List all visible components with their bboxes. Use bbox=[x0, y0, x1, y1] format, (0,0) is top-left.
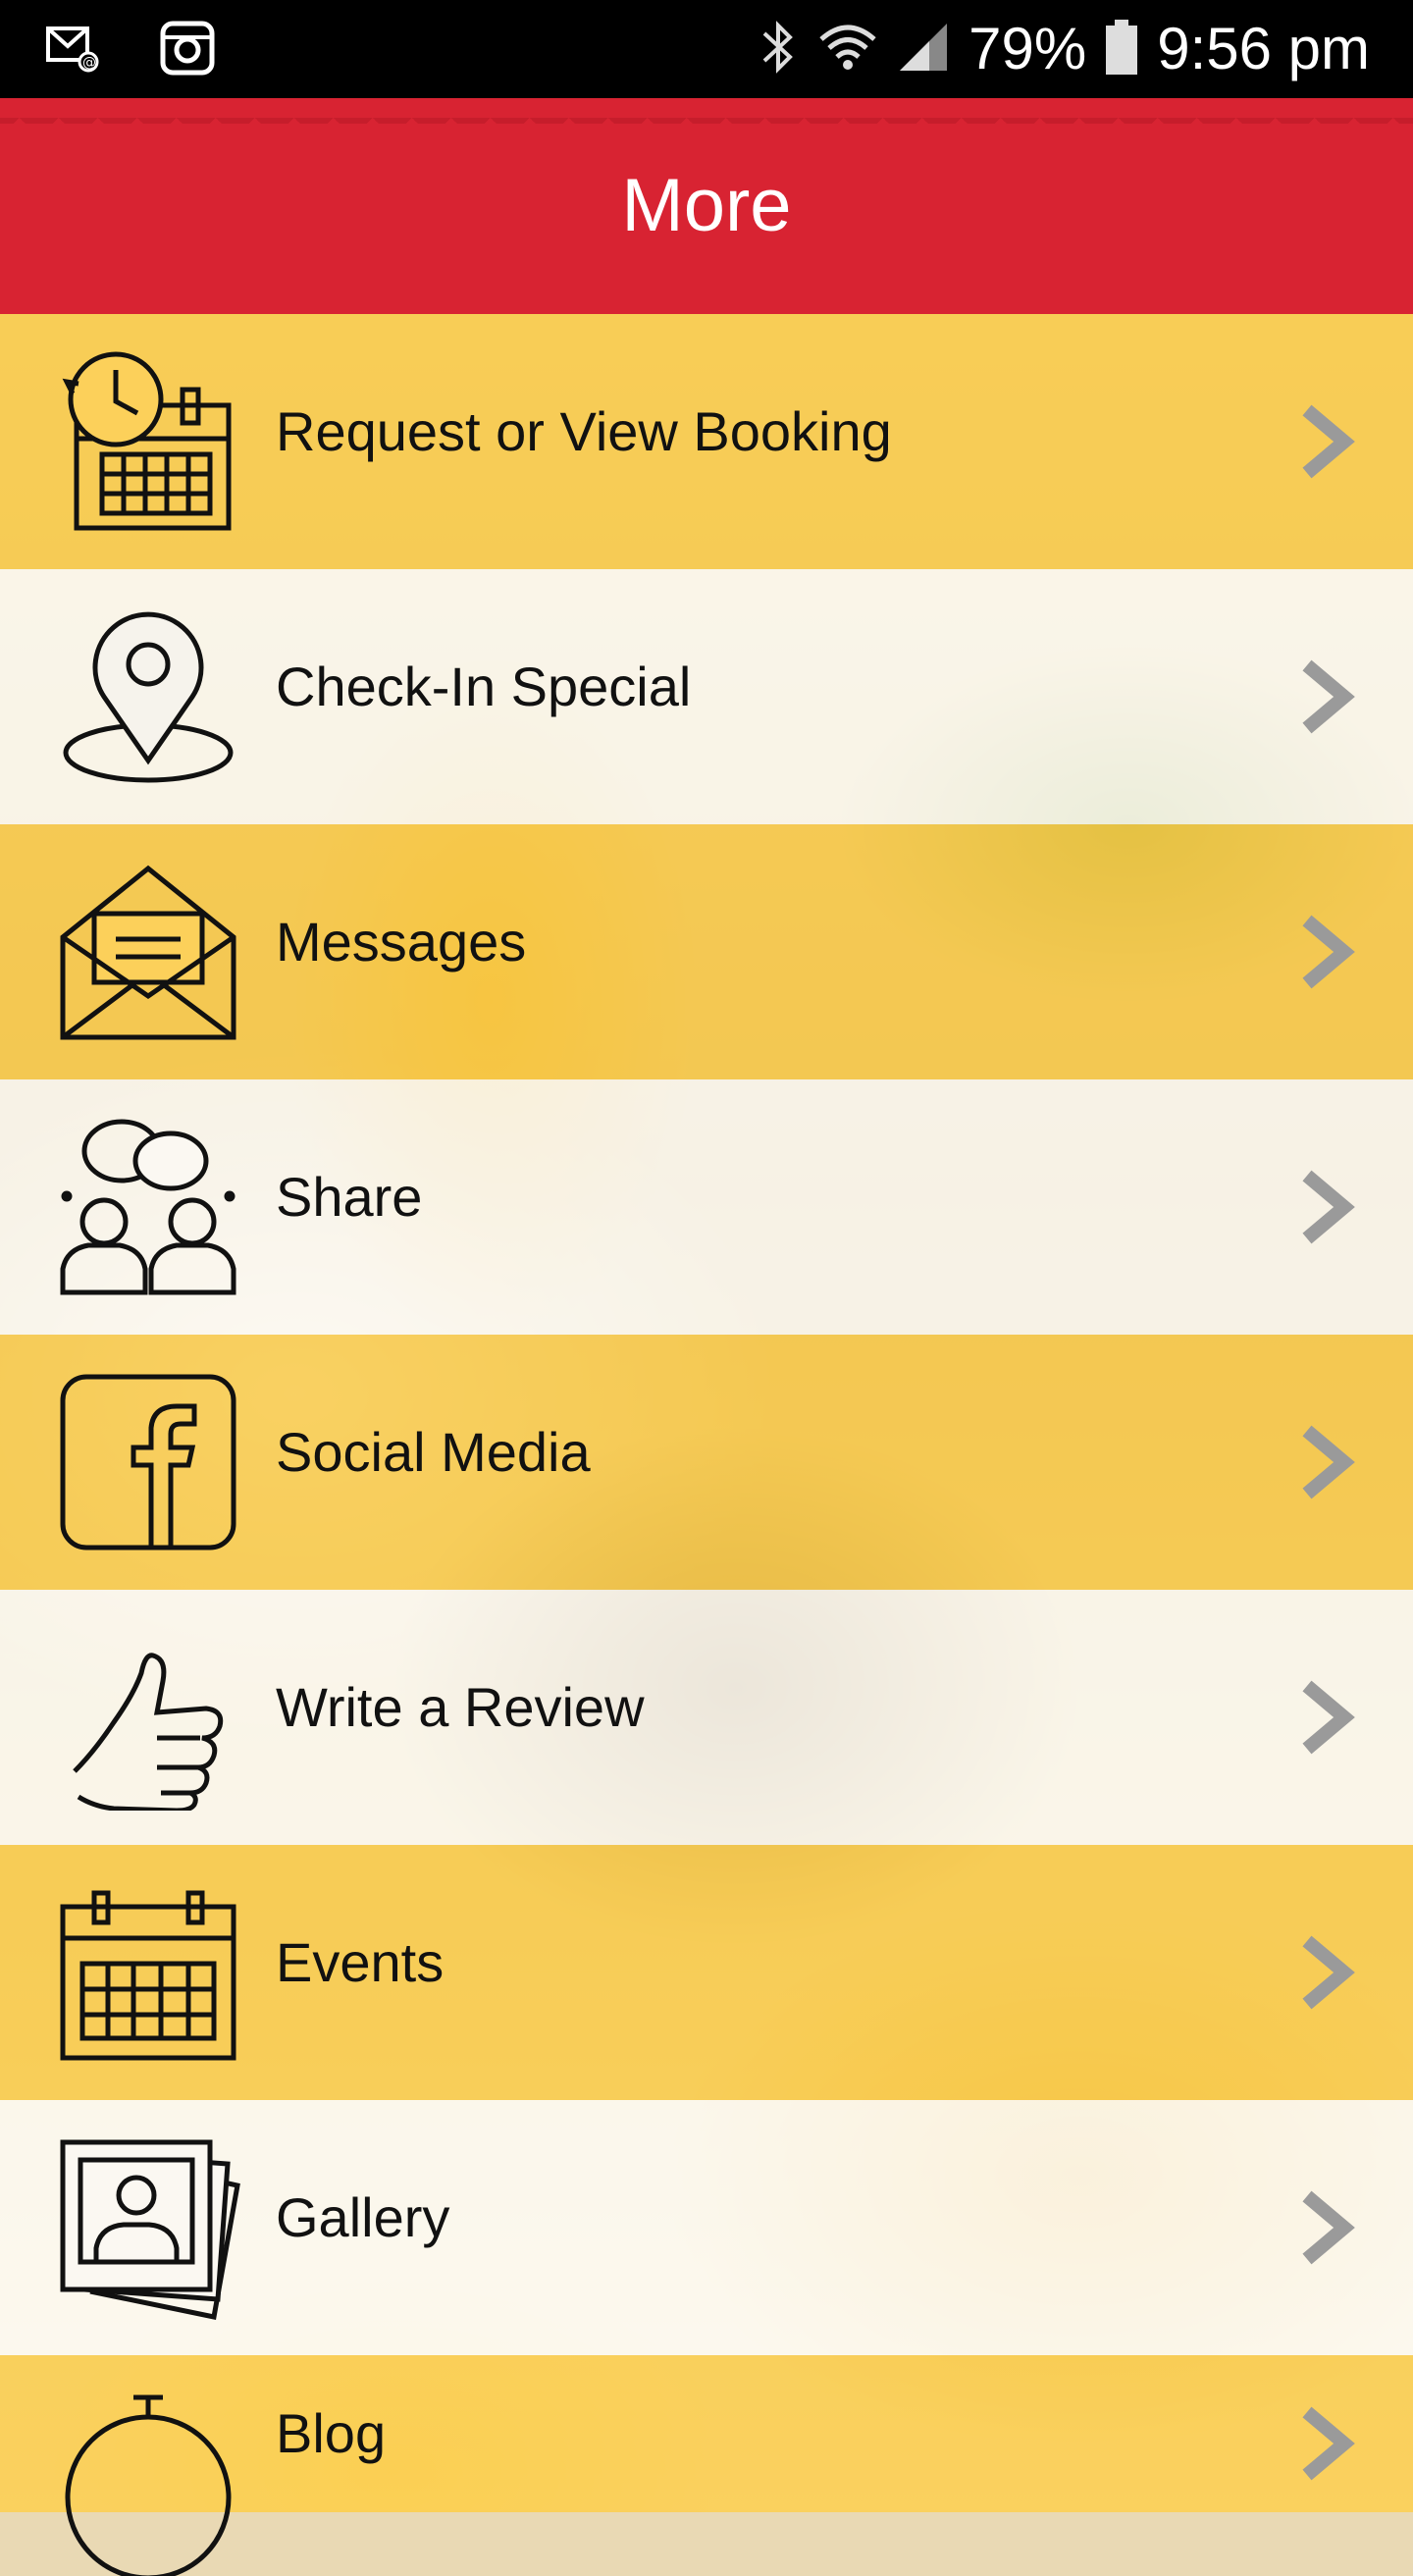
booking-calendar-clock-icon bbox=[55, 348, 241, 535]
chevron-right-icon bbox=[1295, 1168, 1364, 1246]
menu-item-check-in-special[interactable]: Check-In Special bbox=[0, 569, 1413, 824]
menu-item-label: Events bbox=[276, 1931, 445, 1993]
status-right: 79% 9:56 pm bbox=[757, 12, 1370, 86]
page-title: More bbox=[621, 164, 792, 247]
chevron-right-icon bbox=[1295, 1423, 1364, 1501]
menu-item-social-media[interactable]: Social Media bbox=[0, 1335, 1413, 1590]
chevron-right-icon bbox=[1295, 913, 1364, 991]
status-bar: @ 79% 9:56 pm bbox=[0, 0, 1413, 98]
people-chat-icon bbox=[55, 1114, 241, 1300]
wifi-icon bbox=[817, 18, 878, 81]
envelope-icon bbox=[55, 859, 241, 1045]
menu-item-label: Share bbox=[276, 1166, 423, 1228]
menu-item-label: Request or View Booking bbox=[276, 400, 892, 462]
menu-item-label: Write a Review bbox=[276, 1676, 645, 1738]
facebook-icon bbox=[55, 1369, 241, 1555]
calendar-icon bbox=[55, 1879, 241, 2066]
chevron-right-icon bbox=[1295, 1933, 1364, 2012]
battery-percent: 79% bbox=[968, 16, 1087, 81]
menu-item-label: Messages bbox=[276, 911, 527, 973]
location-pin-icon bbox=[55, 604, 241, 790]
menu-item-label: Social Media bbox=[276, 1421, 591, 1483]
menu-item-label: Blog bbox=[276, 2402, 387, 2464]
svg-text:@: @ bbox=[82, 55, 96, 71]
menu-item-events[interactable]: Events bbox=[0, 1845, 1413, 2100]
app-header: More bbox=[0, 98, 1413, 314]
thumbs-up-icon bbox=[55, 1624, 241, 1811]
menu-item-share[interactable]: Share bbox=[0, 1079, 1413, 1335]
photo-gallery-icon bbox=[55, 2134, 241, 2321]
menu-item-label: Check-In Special bbox=[276, 656, 692, 717]
status-time: 9:56 pm bbox=[1157, 16, 1370, 81]
bluetooth-icon bbox=[757, 18, 800, 81]
chevron-right-icon bbox=[1295, 657, 1364, 736]
status-left-icons: @ bbox=[45, 20, 216, 81]
more-menu-list: Request or View Booking Check-In Special bbox=[0, 314, 1413, 2576]
menu-item-messages[interactable]: Messages bbox=[0, 824, 1413, 1079]
instagram-icon bbox=[159, 20, 216, 81]
menu-item-gallery[interactable]: Gallery bbox=[0, 2100, 1413, 2355]
chevron-right-icon bbox=[1295, 1678, 1364, 1757]
signal-icon bbox=[896, 20, 951, 79]
chevron-right-icon bbox=[1295, 2188, 1364, 2267]
battery-icon bbox=[1104, 18, 1139, 81]
gallery-email-icon: @ bbox=[45, 23, 100, 79]
stopwatch-icon bbox=[55, 2390, 241, 2576]
menu-item-write-review[interactable]: Write a Review bbox=[0, 1590, 1413, 1845]
chevron-right-icon bbox=[1295, 402, 1364, 481]
menu-item-blog[interactable]: Blog bbox=[0, 2355, 1413, 2576]
chevron-right-icon bbox=[1295, 2404, 1364, 2483]
menu-item-request-booking[interactable]: Request or View Booking bbox=[0, 314, 1413, 569]
